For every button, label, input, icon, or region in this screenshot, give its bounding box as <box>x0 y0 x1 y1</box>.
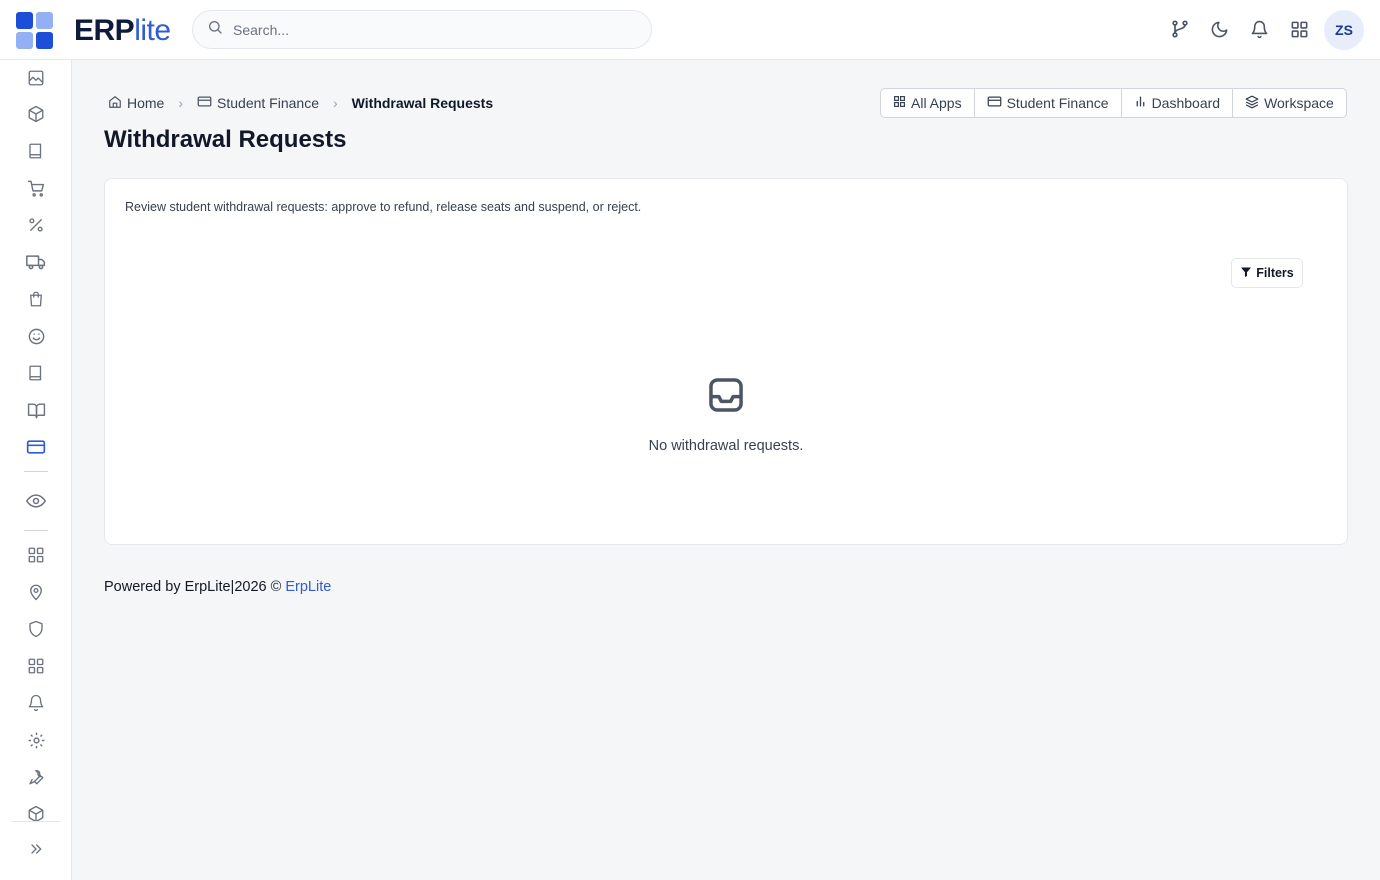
expand-icon[interactable] <box>25 838 47 860</box>
search-bar[interactable] <box>192 10 652 49</box>
truck-icon[interactable] <box>25 251 47 273</box>
search-input[interactable] <box>233 21 613 38</box>
git-branch-icon[interactable] <box>1169 18 1191 40</box>
sidebar-divider <box>24 471 48 472</box>
credit-card-icon <box>987 94 1002 112</box>
dashboard-button[interactable]: Dashboard <box>1122 89 1234 117</box>
logo-icon[interactable] <box>16 12 53 49</box>
breadcrumb-student-finance[interactable]: Student Finance <box>197 94 319 112</box>
footer: Powered by ErpLite|2026 © ErpLite <box>104 579 332 595</box>
image-icon[interactable] <box>25 67 47 89</box>
bell-icon[interactable] <box>25 692 47 714</box>
quick-links: All Apps Student Finance Dashboard Works… <box>880 88 1347 118</box>
card-description: Review student withdrawal requests: appr… <box>125 200 642 214</box>
moon-icon[interactable] <box>1208 18 1230 40</box>
apps-grid-icon[interactable] <box>1288 18 1310 40</box>
withdrawal-requests-card: Review student withdrawal requests: appr… <box>104 178 1348 545</box>
filters-button[interactable]: Filters <box>1231 258 1303 288</box>
wrench-icon[interactable] <box>25 766 47 788</box>
breadcrumb-home[interactable]: Home <box>108 95 164 112</box>
box-icon[interactable] <box>25 103 47 125</box>
smile-icon[interactable] <box>25 325 47 347</box>
bell-icon[interactable] <box>1248 18 1270 40</box>
bag-icon[interactable] <box>25 288 47 310</box>
eye-icon[interactable] <box>25 490 47 512</box>
percent-icon[interactable] <box>25 214 47 236</box>
workspace-button[interactable]: Workspace <box>1233 89 1346 117</box>
map-pin-icon[interactable] <box>25 581 47 603</box>
empty-state-message: No withdrawal requests. <box>648 438 804 454</box>
sidebar <box>0 60 72 880</box>
all-apps-button[interactable]: All Apps <box>881 89 975 117</box>
breadcrumb: Home › Student Finance › Withdrawal Requ… <box>108 93 493 113</box>
grid-icon[interactable] <box>25 544 47 566</box>
home-icon <box>108 95 122 112</box>
avatar[interactable]: ZS <box>1324 10 1364 50</box>
inbox-icon <box>707 376 745 414</box>
filter-icon <box>1240 266 1252 281</box>
cart-icon[interactable] <box>25 177 47 199</box>
credit-card-icon <box>197 94 212 112</box>
shield-icon[interactable] <box>25 618 47 640</box>
breadcrumb-current: Withdrawal Requests <box>351 95 494 111</box>
sidebar-divider <box>24 530 48 531</box>
grid-icon-2[interactable] <box>25 655 47 677</box>
book-icon[interactable] <box>25 140 47 162</box>
search-icon <box>207 19 223 40</box>
chevron-right-icon: › <box>333 95 338 111</box>
bar-chart-icon <box>1134 95 1147 111</box>
page-title: Withdrawal Requests <box>104 126 347 153</box>
footer-link[interactable]: ErpLite <box>285 579 331 595</box>
layers-icon <box>1245 95 1259 112</box>
student-finance-button[interactable]: Student Finance <box>975 89 1122 117</box>
book-open-icon[interactable] <box>25 399 47 421</box>
credit-card-icon[interactable] <box>25 436 47 458</box>
chevron-right-icon: › <box>178 95 184 111</box>
top-bar: ERPlite ZS <box>0 0 1380 60</box>
logo-wordmark[interactable]: ERPlite <box>74 14 171 48</box>
sidebar-divider <box>12 821 60 822</box>
settings-icon[interactable] <box>25 729 47 751</box>
grid-icon <box>893 95 906 111</box>
notebook-icon[interactable] <box>25 362 47 384</box>
